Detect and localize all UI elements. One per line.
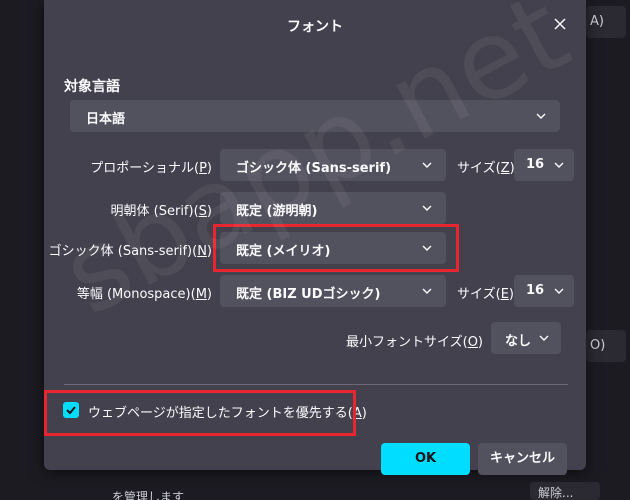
min-font-size-value: なし [505,334,532,349]
allow-page-fonts-label[interactable]: ウェブページが指定したフォントを優先する(A) [88,402,367,421]
cancel-button[interactable]: キャンセル [478,443,567,475]
size-proportional-value: 16 [526,157,545,172]
background-text: O) [590,338,606,353]
background-fragment-mid: O) [586,330,626,362]
chevron-down-icon [422,162,432,168]
size-monospace-select[interactable]: 16 [514,275,574,307]
chevron-down-icon [422,245,432,251]
chevron-down-icon [554,288,564,294]
size-proportional-label: サイズ(Z) [457,161,515,176]
sans-serif-select[interactable]: 既定 (メイリオ) [220,232,446,264]
chevron-down-icon [554,162,564,168]
chevron-down-icon [536,113,546,119]
chevron-down-icon [422,205,432,211]
language-select[interactable]: 日本語 [70,100,560,132]
proportional-select-value: ゴシック体 (Sans-serif) [236,161,392,176]
background-text: A) [590,14,604,29]
size-monospace-label: サイズ(E) [457,287,514,302]
background-text: 解除... [538,486,574,500]
proportional-label: プロポーショナル(P) [90,161,212,176]
serif-label: 明朝体 (Serif)(S) [110,204,212,219]
close-button[interactable] [546,10,574,38]
size-proportional-select[interactable]: 16 [514,149,574,181]
divider [64,384,568,385]
chevron-down-icon [422,288,432,294]
dialog-title: フォント [287,19,343,35]
monospace-select[interactable]: 既定 (BIZ UDゴシック) [220,275,446,307]
language-select-value: 日本語 [86,112,126,127]
monospace-label: 等幅 (Monospace)(M) [76,287,212,302]
background-text-bottom: を管理します [112,490,185,500]
sans-serif-label: ゴシック体 (Sans-serif)(N) [48,244,212,259]
close-icon [554,18,566,30]
sans-serif-select-value: 既定 (メイリオ) [236,244,331,259]
serif-select-value: 既定 (游明朝) [236,204,318,219]
chevron-down-icon [539,335,549,341]
background-fragment-top: A) [586,6,626,38]
checkmark-icon [66,406,76,415]
size-monospace-value: 16 [526,283,545,298]
font-dialog: フォント 対象言語 日本語 プロポーショナル(P) ゴシック体 (Sans-se… [44,0,586,475]
monospace-select-value: 既定 (BIZ UDゴシック) [236,287,381,302]
min-font-size-label: 最小フォントサイズ(O) [346,335,483,350]
min-font-size-select[interactable]: なし [491,322,561,354]
language-section-title: 対象言語 [64,79,120,95]
background-fragment-bottom-right: 解除... [530,482,600,500]
allow-page-fonts-checkbox[interactable] [63,402,79,418]
ok-button[interactable]: OK [381,443,470,475]
serif-select[interactable]: 既定 (游明朝) [220,192,446,224]
proportional-select[interactable]: ゴシック体 (Sans-serif) [220,149,446,181]
